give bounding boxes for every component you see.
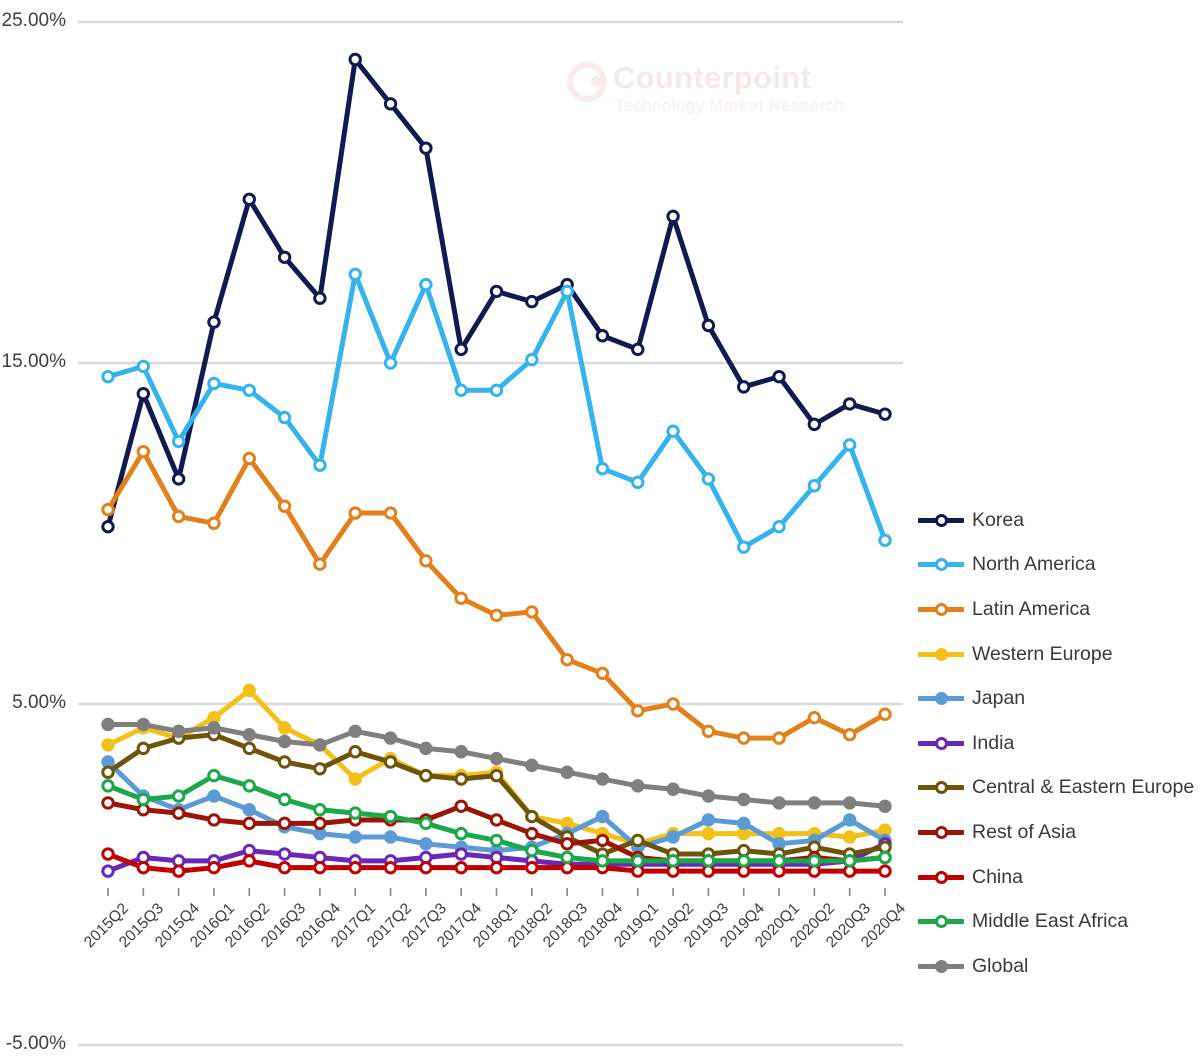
- legend-swatch-icon: [918, 555, 964, 575]
- legend-label: Latin America: [972, 597, 1091, 620]
- y-tick-label: 25.00%: [1, 10, 66, 31]
- series-latin-america: [101, 444, 892, 745]
- legend-label: China: [972, 865, 1023, 888]
- y-tick-label: 5.00%: [12, 692, 66, 713]
- legend-swatch-icon: [918, 956, 964, 976]
- legend-label: Rest of Asia: [972, 820, 1077, 843]
- legend-item-rest-of-asia[interactable]: Rest of Asia: [918, 810, 1196, 855]
- legend-item-global[interactable]: Global: [918, 944, 1196, 989]
- legend-swatch-icon: [918, 822, 964, 842]
- legend-item-korea[interactable]: Korea: [918, 498, 1196, 543]
- legend-label: North America: [972, 553, 1096, 576]
- series-korea: [101, 52, 892, 534]
- legend-item-japan[interactable]: Japan: [918, 676, 1196, 721]
- legend-swatch-icon: [918, 689, 964, 709]
- legend-item-western-europe[interactable]: Western Europe: [918, 632, 1196, 677]
- legend-item-central-eastern-europe[interactable]: Central & Eastern Europe: [918, 766, 1196, 811]
- y-tick-label: 15.00%: [1, 351, 66, 372]
- legend-swatch-icon: [918, 733, 964, 753]
- legend-item-china[interactable]: China: [918, 855, 1196, 900]
- legend-item-latin-america[interactable]: Latin America: [918, 587, 1196, 632]
- line-chart: 25.00% 15.00% 5.00% -5.00% 2015Q2 2015Q3 2015…: [0, 0, 1200, 1060]
- legend-swatch-icon: [918, 778, 964, 798]
- legend-item-north-america[interactable]: North America: [918, 543, 1196, 588]
- legend-swatch-icon: [918, 912, 964, 932]
- legend-label: Korea: [972, 508, 1025, 531]
- legend-swatch-icon: [918, 867, 964, 887]
- legend-label: India: [972, 731, 1015, 754]
- legend-swatch-icon: [918, 599, 964, 619]
- legend-item-india[interactable]: India: [918, 721, 1196, 766]
- x-tick-marks: [107, 888, 886, 896]
- legend-item-middle-east-africa[interactable]: Middle East Africa: [918, 899, 1196, 944]
- series-layer: [101, 52, 892, 878]
- legend-label: Central & Eastern Europe: [972, 776, 1195, 799]
- chart-legend: Korea North America Latin America Western E…: [918, 498, 1196, 989]
- legend-label: Western Europe: [972, 642, 1113, 665]
- legend-label: Middle East Africa: [972, 910, 1129, 933]
- legend-swatch-icon: [918, 510, 964, 530]
- legend-swatch-icon: [918, 644, 964, 664]
- legend-label: Global: [972, 954, 1029, 977]
- y-tick-label: -5.00%: [5, 1033, 66, 1054]
- legend-label: Japan: [972, 687, 1026, 710]
